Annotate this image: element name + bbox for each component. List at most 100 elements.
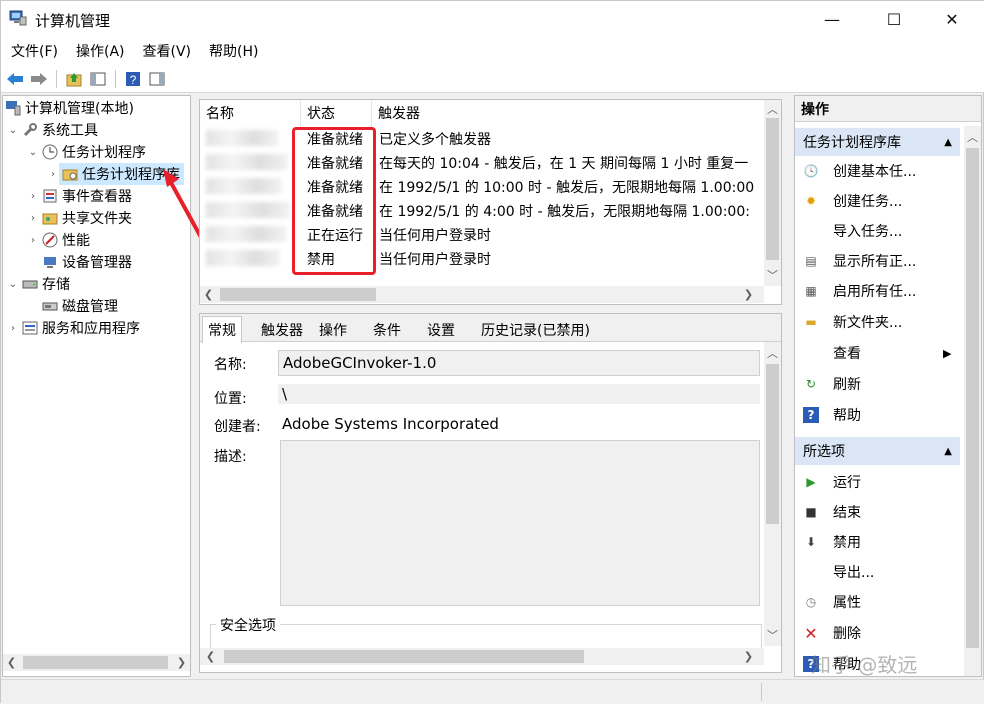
task-author-field[interactable]: Adobe Systems Incorporated	[278, 412, 760, 436]
menu-file[interactable]: 文件(F)	[1, 41, 66, 61]
show-action-pane-button[interactable]	[147, 69, 167, 89]
action-import-task[interactable]: 导入任务...	[795, 216, 960, 246]
task-trigger[interactable]: 在 1992/5/1 的 10:00 时 - 触发后，无限期地每隔 1.00:0…	[379, 175, 763, 199]
section-selected-item[interactable]: 所选项 ▲	[795, 437, 960, 465]
section-label: 任务计划程序库	[803, 135, 901, 151]
column-header-trigger[interactable]: 触发器	[372, 100, 764, 126]
tab-history[interactable]: 历史记录(已禁用)	[476, 318, 595, 342]
tree-item-storage[interactable]: ⌄ 存储	[7, 273, 70, 295]
scroll-thumb[interactable]	[220, 288, 376, 301]
help-button[interactable]: ?	[123, 69, 143, 89]
scroll-right-icon[interactable]: ❯	[740, 648, 757, 665]
collapse-up-icon[interactable]: ▲	[944, 446, 952, 457]
detail-horizontal-scrollbar[interactable]: ❮ ❯	[200, 648, 764, 665]
tree-item-system-tools[interactable]: ⌄ 系统工具	[7, 119, 98, 141]
action-export[interactable]: 导出...	[795, 557, 960, 587]
action-label: 结束	[833, 505, 861, 521]
menu-help[interactable]: 帮助(H)	[199, 41, 266, 61]
tab-settings[interactable]: 设置	[422, 318, 460, 342]
forward-button[interactable]	[29, 69, 49, 89]
action-create-task[interactable]: ✹ 创建任务...	[795, 186, 960, 216]
tree-item-disk-management[interactable]: 磁盘管理	[39, 295, 118, 317]
task-trigger[interactable]: 当任何用户登录时	[379, 223, 763, 247]
task-trigger[interactable]: 在每天的 10:04 - 触发后，在 1 天 期间每隔 1 小时 重复一	[379, 151, 763, 175]
action-properties[interactable]: ◷ 属性	[795, 587, 960, 617]
expand-chevron-icon[interactable]: ›	[47, 169, 59, 180]
tree-item-performance[interactable]: › 性能	[27, 229, 90, 251]
action-enable-all[interactable]: ▦ 启用所有任...	[795, 276, 960, 306]
action-run[interactable]: ▶ 运行	[795, 467, 960, 497]
scroll-thumb[interactable]	[23, 656, 168, 669]
action-disable[interactable]: ⬇ 禁用	[795, 527, 960, 557]
scroll-left-icon[interactable]: ❮	[3, 654, 20, 671]
tree-item-event-viewer[interactable]: › 事件查看器	[27, 185, 132, 207]
minimize-button[interactable]: —	[809, 1, 855, 37]
expand-chevron-icon[interactable]: ›	[27, 235, 39, 246]
collapse-chevron-icon[interactable]: ⌄	[27, 147, 39, 158]
tree-horizontal-scrollbar[interactable]: ❮ ❯	[3, 654, 190, 671]
tree-item-device-manager[interactable]: 设备管理器	[39, 251, 132, 273]
scroll-right-icon[interactable]: ❯	[740, 286, 757, 303]
close-button[interactable]: ✕	[929, 1, 975, 37]
back-button[interactable]	[5, 69, 25, 89]
menu-view[interactable]: 查看(V)	[133, 41, 200, 61]
scroll-thumb[interactable]	[966, 148, 979, 648]
collapse-chevron-icon[interactable]: ⌄	[7, 125, 19, 136]
section-task-library[interactable]: 任务计划程序库 ▲	[795, 128, 960, 156]
action-refresh[interactable]: ↻ 刷新	[795, 369, 960, 399]
collapse-chevron-icon[interactable]: ⌄	[7, 279, 19, 290]
scroll-thumb[interactable]	[224, 650, 584, 663]
scroll-thumb[interactable]	[766, 118, 779, 260]
scroll-up-icon[interactable]: ︿	[764, 100, 781, 117]
scroll-down-icon[interactable]: ﹀	[764, 626, 781, 643]
author-label: 创建者:	[214, 419, 261, 435]
action-end[interactable]: ■ 结束	[795, 497, 960, 527]
scroll-up-icon[interactable]: ︿	[964, 128, 981, 145]
up-folder-button[interactable]	[64, 69, 84, 89]
scroll-up-icon[interactable]: ︿	[764, 344, 781, 361]
tree-item-services[interactable]: › 服务和应用程序	[7, 317, 140, 339]
tree-item-task-scheduler[interactable]: ⌄ 任务计划程序	[27, 141, 146, 163]
task-description-field[interactable]	[280, 440, 760, 606]
task-trigger[interactable]: 当任何用户登录时	[379, 247, 763, 271]
action-show-running[interactable]: ▤ 显示所有正...	[795, 246, 960, 276]
task-list-horizontal-scrollbar[interactable]: ❮ ❯	[200, 286, 764, 303]
scroll-right-icon[interactable]: ❯	[173, 654, 190, 671]
collapse-up-icon[interactable]: ▲	[944, 137, 952, 148]
task-name-field[interactable]: AdobeGCInvoker-1.0	[278, 350, 760, 376]
actions-vertical-scrollbar[interactable]: ︿	[964, 126, 981, 676]
action-delete[interactable]: ✕ 删除	[795, 618, 960, 648]
tab-conditions[interactable]: 条件	[368, 318, 406, 342]
task-trigger[interactable]: 已定义多个触发器	[379, 127, 763, 151]
action-new-folder[interactable]: ▬ 新文件夹...	[795, 307, 960, 337]
action-view[interactable]: 查看 ▶	[795, 338, 960, 368]
expand-chevron-icon[interactable]: ›	[7, 323, 19, 334]
maximize-button[interactable]: ☐	[871, 1, 917, 37]
menu-action[interactable]: 操作(A)	[66, 41, 133, 61]
toolbar-separator	[115, 69, 116, 88]
scroll-left-icon[interactable]: ❮	[202, 648, 219, 665]
detail-vertical-scrollbar[interactable]: ︿ ﹀	[764, 342, 781, 646]
task-location-field[interactable]: \	[278, 384, 760, 404]
task-trigger[interactable]: 在 1992/5/1 的 4:00 时 - 触发后，无限期地每隔 1.00:00…	[379, 199, 763, 223]
task-list-vertical-scrollbar[interactable]: ︿ ﹀	[764, 100, 781, 286]
tab-general[interactable]: 常规	[202, 316, 242, 343]
location-label: 位置:	[214, 391, 247, 407]
redacted-task-name	[206, 250, 280, 266]
column-header-name[interactable]: 名称	[200, 100, 301, 126]
tree-label: 设备管理器	[62, 255, 132, 271]
scroll-left-icon[interactable]: ❮	[200, 286, 217, 303]
scroll-thumb[interactable]	[766, 364, 779, 524]
expand-chevron-icon[interactable]: ›	[27, 191, 39, 202]
expand-chevron-icon[interactable]: ›	[27, 213, 39, 224]
scroll-down-icon[interactable]: ﹀	[764, 266, 781, 283]
tab-triggers[interactable]: 触发器	[256, 318, 308, 342]
tree-item-shared-folders[interactable]: › 共享文件夹	[27, 207, 132, 229]
tree-item-root[interactable]: 计算机管理(本地)	[5, 97, 134, 119]
action-create-basic-task[interactable]: 🕓 创建基本任...	[795, 156, 960, 186]
tab-actions[interactable]: 操作	[314, 318, 352, 342]
toolbar-separator	[56, 69, 57, 88]
column-header-status[interactable]: 状态	[301, 100, 372, 126]
show-hide-tree-button[interactable]	[88, 69, 108, 89]
action-help[interactable]: ? 帮助	[795, 400, 960, 430]
